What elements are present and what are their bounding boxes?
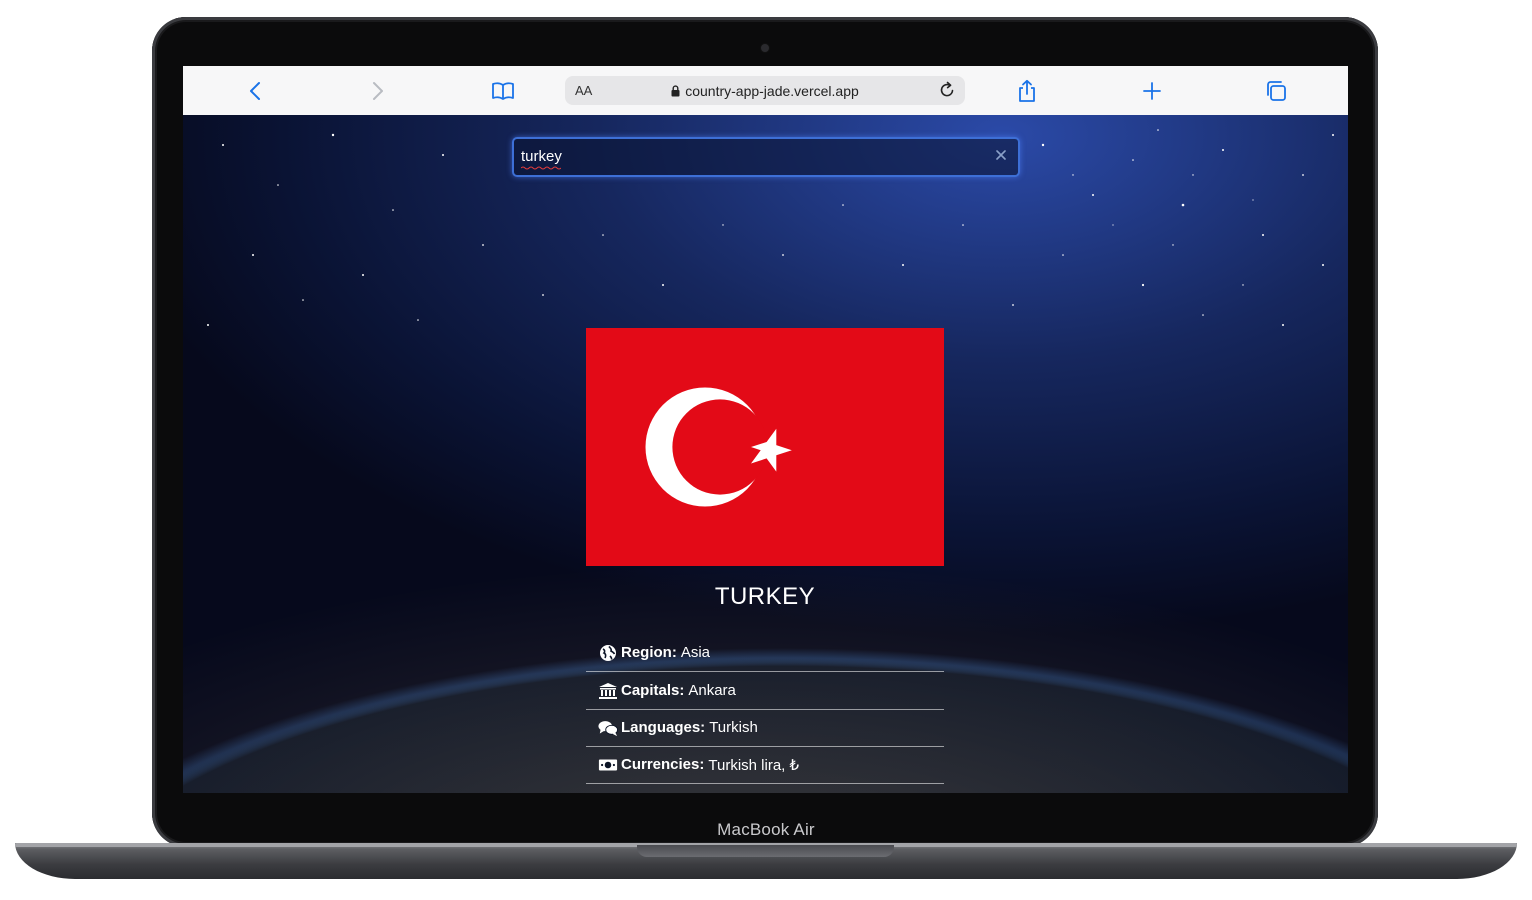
- address-bar[interactable]: AA country-app-jade.vercel.app: [565, 76, 965, 105]
- country-search-input[interactable]: [521, 146, 981, 166]
- close-icon: [996, 150, 1006, 160]
- tabs-icon: [1267, 81, 1286, 101]
- new-tab-button[interactable]: [1138, 77, 1166, 105]
- capitals-value: Ankara: [688, 682, 736, 699]
- money-icon: [598, 756, 618, 774]
- browser-screen: AA country-app-jade.vercel.app turkey TU…: [183, 66, 1348, 793]
- country-name: TURKEY: [714, 583, 816, 610]
- currencies-label: Currencies:: [621, 756, 705, 773]
- new-tab-icon: [1143, 82, 1161, 100]
- back-icon: [250, 82, 260, 100]
- safari-toolbar: AA country-app-jade.vercel.app: [183, 66, 1348, 116]
- capitals-label: Capitals:: [621, 682, 685, 699]
- share-button[interactable]: [1013, 77, 1041, 105]
- bookmarks-icon: [492, 82, 514, 100]
- search-box[interactable]: [512, 137, 1020, 177]
- landmark-icon: [598, 682, 618, 700]
- capitals-row: Capitals: Ankara: [586, 672, 944, 710]
- clear-search-button[interactable]: [992, 146, 1010, 164]
- web-page: TURKEY Region: Asia Capitals: Ankara: [183, 115, 1348, 793]
- languages-row: Languages: Turkish: [586, 709, 944, 747]
- region-row: Region: Asia: [586, 634, 944, 672]
- laptop-hinge-notch: [637, 845, 894, 857]
- currencies-row: Currencies: Turkish lira, ₺: [586, 746, 944, 784]
- bookmarks-button[interactable]: [489, 77, 517, 105]
- spellcheck-underline: [521, 166, 561, 170]
- reload-icon: [940, 81, 954, 97]
- currencies-value: Turkish lira, ₺: [708, 756, 800, 774]
- url-display[interactable]: country-app-jade.vercel.app: [565, 83, 965, 99]
- region-value: Asia: [680, 644, 711, 661]
- globe-icon: [598, 644, 618, 662]
- forward-icon: [373, 82, 383, 100]
- url-text: country-app-jade.vercel.app: [685, 83, 859, 99]
- languages-label: Languages:: [621, 719, 706, 736]
- share-icon: [1019, 79, 1035, 102]
- forward-button[interactable]: [364, 77, 392, 105]
- region-label: Region:: [621, 644, 677, 661]
- back-button[interactable]: [241, 77, 269, 105]
- webcam: [761, 44, 769, 52]
- languages-value: Turkish: [709, 719, 758, 736]
- turkey-flag: [586, 328, 944, 566]
- device-model-label: MacBook Air: [717, 820, 815, 839]
- comments-icon: [598, 719, 618, 737]
- reload-button[interactable]: [937, 80, 957, 105]
- country-card: TURKEY Region: Asia Capitals: Ankara Lan…: [586, 328, 944, 793]
- tabs-button[interactable]: [1262, 77, 1290, 105]
- lock-icon: [671, 85, 680, 97]
